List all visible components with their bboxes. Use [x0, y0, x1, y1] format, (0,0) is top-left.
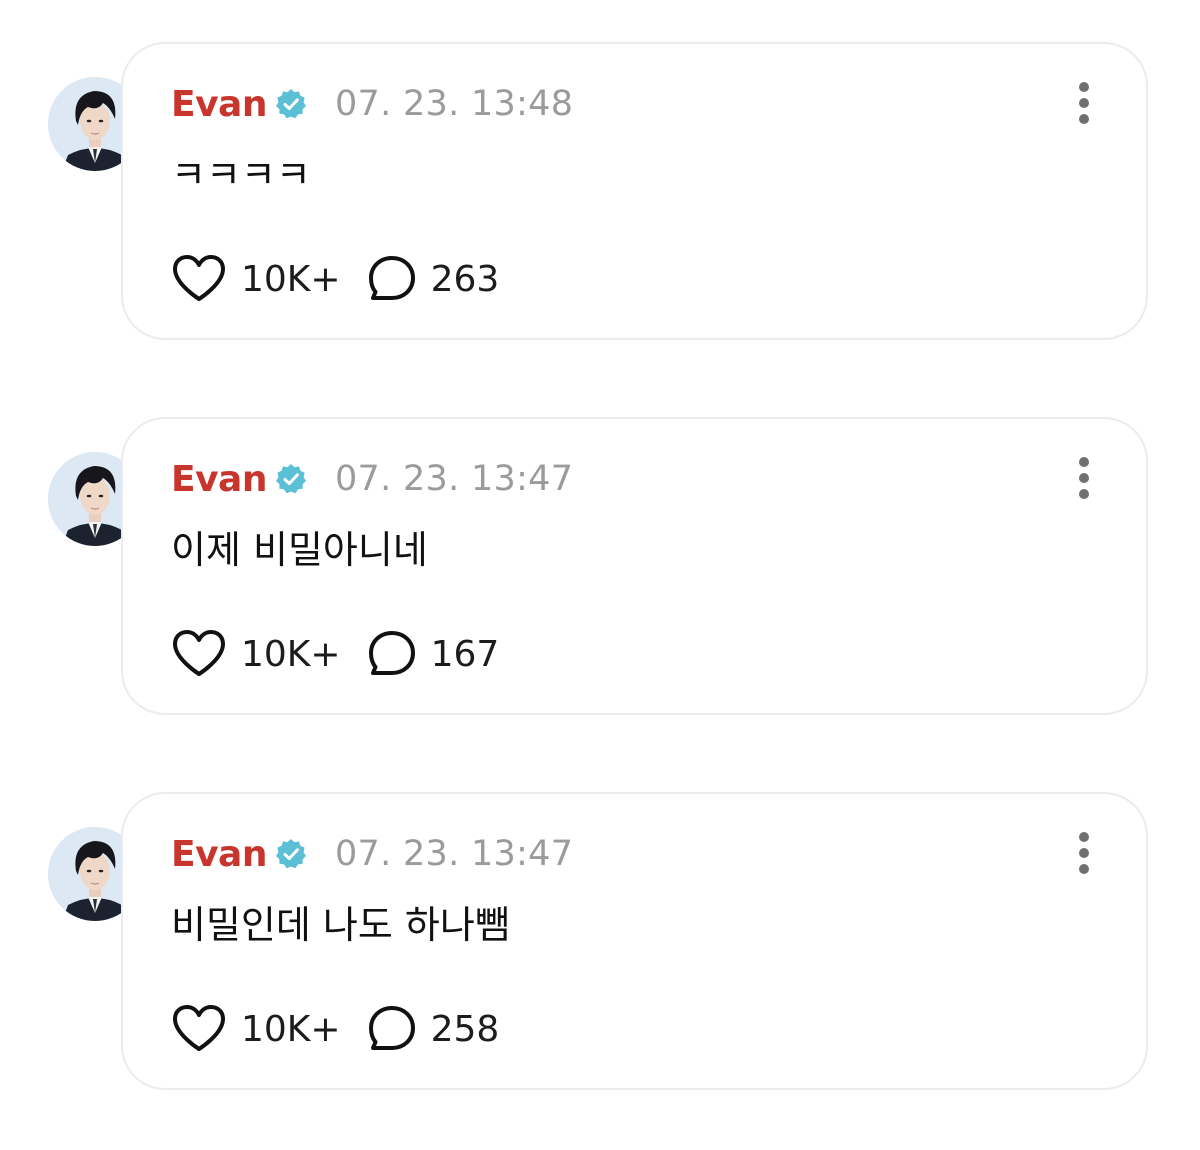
post-header: Evan 07. 23. 13:47: [171, 832, 573, 876]
post-text: ㅋㅋㅋㅋ: [171, 153, 311, 197]
like-count: 10K+: [241, 1008, 341, 1050]
heart-icon: [173, 630, 225, 676]
post-timestamp: 07. 23. 13:47: [334, 834, 574, 874]
post-text: 비밀인데 나도 하나뺌: [171, 903, 510, 947]
heart-icon: [173, 255, 225, 301]
author-name[interactable]: Evan: [171, 834, 267, 875]
post-item: Evan 07. 23. 13:47 비밀인데 나도 하나뺌 10K+ 258: [0, 792, 1200, 1092]
verified-badge-icon: [275, 838, 307, 870]
comment-count: 258: [430, 1008, 500, 1050]
verified-badge-icon: [275, 88, 307, 120]
post-card[interactable]: Evan 07. 23. 13:48 ㅋㅋㅋㅋ 10K+ 263: [121, 42, 1148, 340]
like-button[interactable]: 10K+: [171, 254, 341, 304]
post-actions: 10K+ 258: [171, 1004, 499, 1054]
comment-count: 167: [430, 633, 500, 675]
speech-bubble-icon: [368, 631, 415, 675]
like-count: 10K+: [241, 633, 341, 675]
post-header: Evan 07. 23. 13:47: [171, 457, 573, 501]
speech-bubble-icon: [368, 256, 415, 300]
heart-icon: [173, 1005, 225, 1051]
post-item: Evan 07. 23. 13:47 이제 비밀아니네 10K+ 167: [0, 417, 1200, 717]
like-count: 10K+: [241, 258, 341, 300]
post-actions: 10K+ 167: [171, 629, 499, 679]
author-name[interactable]: Evan: [171, 459, 267, 500]
post-header: Evan 07. 23. 13:48: [171, 82, 573, 126]
more-options-icon[interactable]: [1076, 82, 1092, 124]
post-card[interactable]: Evan 07. 23. 13:47 비밀인데 나도 하나뺌 10K+ 258: [121, 792, 1148, 1090]
post-card[interactable]: Evan 07. 23. 13:47 이제 비밀아니네 10K+ 167: [121, 417, 1148, 715]
comment-button[interactable]: 258: [367, 1004, 500, 1054]
comment-button[interactable]: 263: [367, 254, 500, 304]
verified-badge-icon: [275, 463, 307, 495]
author-name[interactable]: Evan: [171, 84, 267, 125]
speech-bubble-icon: [368, 1006, 415, 1050]
more-options-icon[interactable]: [1076, 832, 1092, 874]
post-item: Evan 07. 23. 13:48 ㅋㅋㅋㅋ 10K+ 263: [0, 42, 1200, 342]
like-button[interactable]: 10K+: [171, 629, 341, 679]
comment-button[interactable]: 167: [367, 629, 500, 679]
post-timestamp: 07. 23. 13:48: [334, 84, 574, 124]
more-options-icon[interactable]: [1076, 457, 1092, 499]
post-text: 이제 비밀아니네: [171, 528, 428, 572]
post-timestamp: 07. 23. 13:47: [334, 459, 574, 499]
post-actions: 10K+ 263: [171, 254, 499, 304]
like-button[interactable]: 10K+: [171, 1004, 341, 1054]
comment-count: 263: [430, 258, 500, 300]
